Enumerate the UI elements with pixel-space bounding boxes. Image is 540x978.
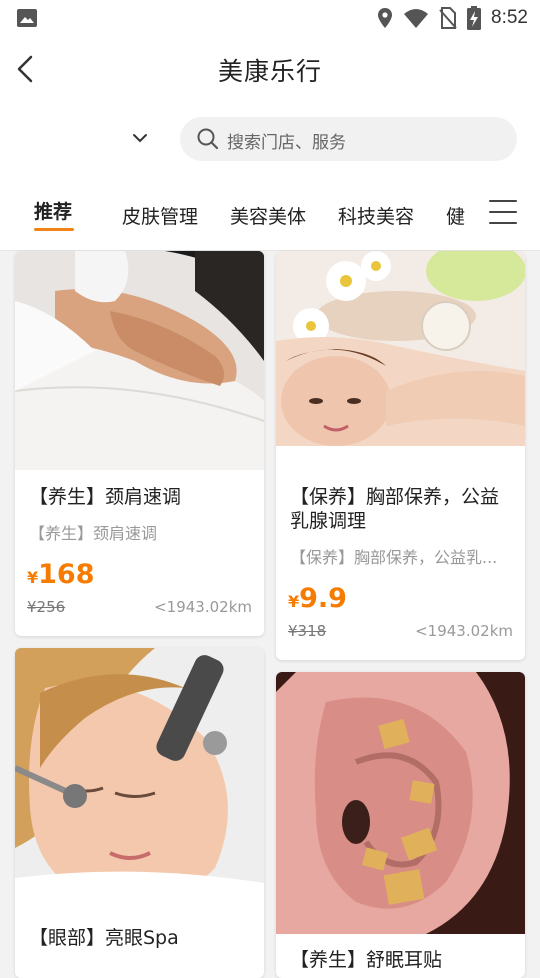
- tab-health-clip: 健: [440, 196, 470, 236]
- product-card[interactable]: 【眼部】亮眼Spa: [15, 648, 264, 978]
- product-image: [15, 648, 264, 910]
- location-icon: [378, 8, 393, 28]
- header: 美康乐行: [0, 36, 540, 102]
- product-title: 【养生】舒眠耳贴: [290, 949, 443, 971]
- distance: <1943.02km: [415, 622, 513, 640]
- product-subtitle: 【养生】颈肩速调: [29, 524, 158, 543]
- search-placeholder: 搜索门店、服务: [227, 133, 346, 153]
- battery-charging-icon: [467, 6, 482, 30]
- product-image: [276, 251, 525, 470]
- currency-symbol: ¥: [288, 592, 300, 611]
- status-bar: 8:52: [0, 0, 540, 36]
- status-time: 8:52: [491, 7, 528, 28]
- menu-icon[interactable]: [489, 200, 517, 226]
- tab-recommend[interactable]: 推荐: [34, 197, 72, 224]
- product-price: ¥9.9: [288, 583, 347, 614]
- product-card[interactable]: 【养生】舒眠耳贴: [276, 672, 525, 978]
- price-value: 168: [38, 559, 95, 590]
- tab-tech-beauty[interactable]: 科技美容: [338, 202, 414, 229]
- search-icon: [197, 128, 219, 150]
- original-price: ¥256: [27, 598, 66, 616]
- page-title: 美康乐行: [217, 57, 322, 86]
- product-card[interactable]: 【保养】胸部保养，公益乳腺调理 【保养】胸部保养，公益乳... ¥9.9 ¥31…: [276, 251, 525, 660]
- product-image: [276, 672, 525, 934]
- tab-skin-care[interactable]: 皮肤管理: [122, 202, 198, 229]
- tab-beauty-body[interactable]: 美容美体: [230, 202, 306, 229]
- no-sim-icon: [439, 7, 457, 29]
- price-value: 9.9: [299, 583, 347, 614]
- wifi-icon: [404, 9, 429, 28]
- original-price: ¥318: [288, 622, 327, 640]
- city-selector[interactable]: [36, 120, 156, 160]
- category-tabs: 推荐 皮肤管理 美容美体 科技美容 健: [0, 176, 540, 251]
- product-title: 【养生】颈肩速调: [29, 486, 182, 508]
- tab-health[interactable]: 健: [446, 202, 465, 229]
- distance: <1943.02km: [154, 598, 252, 616]
- active-tab-indicator: [34, 228, 74, 231]
- product-card[interactable]: 【养生】颈肩速调 【养生】颈肩速调 ¥168 ¥256 <1943.02km: [15, 251, 264, 636]
- search-input[interactable]: 搜索门店、服务: [180, 117, 517, 161]
- product-price: ¥168: [27, 559, 95, 590]
- product-subtitle: 【保养】胸部保养，公益乳...: [290, 548, 498, 567]
- chevron-down-icon: [133, 134, 147, 143]
- search-row: 搜索门店、服务: [0, 102, 540, 176]
- product-image: [15, 251, 264, 470]
- currency-symbol: ¥: [27, 568, 39, 587]
- image-notification-icon: [17, 9, 37, 27]
- product-title: 【保养】胸部保养，公益乳腺调理: [290, 486, 500, 532]
- product-title: 【眼部】亮眼Spa: [29, 927, 179, 949]
